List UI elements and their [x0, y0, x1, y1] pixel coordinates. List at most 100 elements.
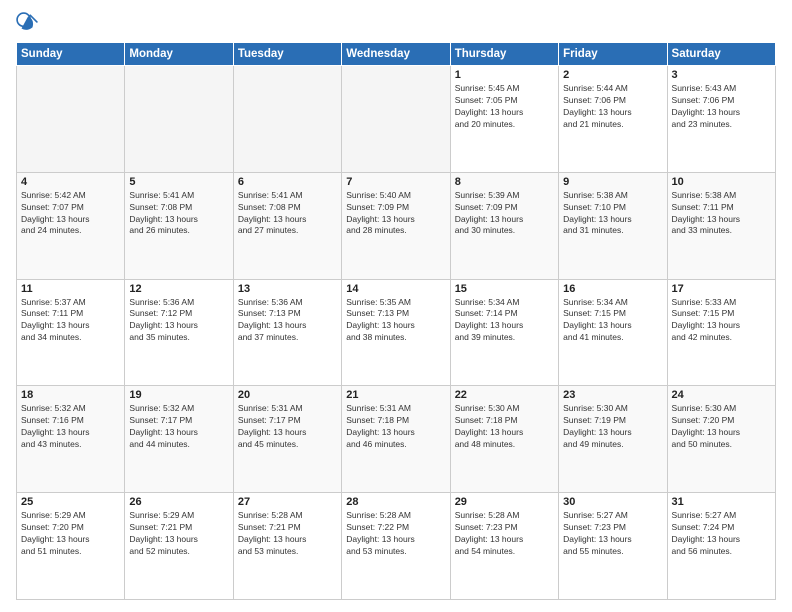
week-row-2: 11 Sunrise: 5:37 AM Sunset: 7:11 PM Dayli… [17, 279, 776, 386]
week-row-3: 18Sunrise: 5:32 AM Sunset: 7:16 PM Dayli… [17, 386, 776, 493]
day-info: Sunrise: 5:45 AM Sunset: 7:05 PM Dayligh… [455, 83, 554, 131]
calendar-cell: 16 Sunrise: 5:34 AM Sunset: 7:15 PM Dayli… [559, 279, 667, 386]
day-number: 21 [346, 389, 445, 401]
calendar-cell: 8 Sunrise: 5:39 AM Sunset: 7:09 PM Daylig… [450, 172, 558, 279]
day-info: Sunrise: 5:36 AM Sunset: 7:13 PM Dayligh… [238, 297, 337, 345]
day-number: 2 [563, 69, 662, 81]
calendar-cell: 11 Sunrise: 5:37 AM Sunset: 7:11 PM Dayli… [17, 279, 125, 386]
logo [16, 12, 42, 34]
day-info: Sunrise: 5:30 AM Sunset: 7:18 PM Dayligh… [455, 403, 554, 451]
calendar-cell: 21Sunrise: 5:31 AM Sunset: 7:18 PM Dayli… [342, 386, 450, 493]
day-number: 27 [238, 496, 337, 508]
calendar-cell: 18Sunrise: 5:32 AM Sunset: 7:16 PM Dayli… [17, 386, 125, 493]
day-info: Sunrise: 5:43 AM Sunset: 7:06 PM Dayligh… [672, 83, 771, 131]
day-number: 24 [672, 389, 771, 401]
calendar-cell: 2 Sunrise: 5:44 AM Sunset: 7:06 PM Daylig… [559, 66, 667, 173]
day-number: 25 [21, 496, 120, 508]
calendar-cell: 26 Sunrise: 5:29 AM Sunset: 7:21 PM Dayli… [125, 493, 233, 600]
day-info: Sunrise: 5:38 AM Sunset: 7:11 PM Dayligh… [672, 190, 771, 238]
day-header-wednesday: Wednesday [342, 43, 450, 66]
day-info: Sunrise: 5:37 AM Sunset: 7:11 PM Dayligh… [21, 297, 120, 345]
day-number: 11 [21, 283, 120, 295]
day-info: Sunrise: 5:35 AM Sunset: 7:13 PM Dayligh… [346, 297, 445, 345]
calendar-cell: 27 Sunrise: 5:28 AM Sunset: 7:21 PM Dayli… [233, 493, 341, 600]
calendar-cell: 30 Sunrise: 5:27 AM Sunset: 7:23 PM Dayli… [559, 493, 667, 600]
day-info: Sunrise: 5:31 AM Sunset: 7:17 PM Dayligh… [238, 403, 337, 451]
week-row-4: 25Sunrise: 5:29 AM Sunset: 7:20 PM Dayli… [17, 493, 776, 600]
calendar-cell: 24 Sunrise: 5:30 AM Sunset: 7:20 PM Dayli… [667, 386, 775, 493]
day-info: Sunrise: 5:39 AM Sunset: 7:09 PM Dayligh… [455, 190, 554, 238]
day-number: 6 [238, 176, 337, 188]
day-number: 9 [563, 176, 662, 188]
calendar: SundayMondayTuesdayWednesdayThursdayFrid… [16, 42, 776, 600]
day-number: 5 [129, 176, 228, 188]
calendar-cell: 9 Sunrise: 5:38 AM Sunset: 7:10 PM Daylig… [559, 172, 667, 279]
calendar-cell: 14 Sunrise: 5:35 AM Sunset: 7:13 PM Dayli… [342, 279, 450, 386]
day-number: 14 [346, 283, 445, 295]
day-number: 7 [346, 176, 445, 188]
day-info: Sunrise: 5:40 AM Sunset: 7:09 PM Dayligh… [346, 190, 445, 238]
day-info: Sunrise: 5:30 AM Sunset: 7:20 PM Dayligh… [672, 403, 771, 451]
page: SundayMondayTuesdayWednesdayThursdayFrid… [0, 0, 792, 612]
calendar-cell: 17 Sunrise: 5:33 AM Sunset: 7:15 PM Dayli… [667, 279, 775, 386]
day-number: 23 [563, 389, 662, 401]
calendar-cell: 20 Sunrise: 5:31 AM Sunset: 7:17 PM Dayli… [233, 386, 341, 493]
day-info: Sunrise: 5:34 AM Sunset: 7:15 PM Dayligh… [563, 297, 662, 345]
calendar-cell: 29 Sunrise: 5:28 AM Sunset: 7:23 PM Dayli… [450, 493, 558, 600]
day-number: 12 [129, 283, 228, 295]
day-number: 30 [563, 496, 662, 508]
day-info: Sunrise: 5:34 AM Sunset: 7:14 PM Dayligh… [455, 297, 554, 345]
calendar-cell: 12 Sunrise: 5:36 AM Sunset: 7:12 PM Dayli… [125, 279, 233, 386]
day-number: 4 [21, 176, 120, 188]
calendar-cell [125, 66, 233, 173]
day-info: Sunrise: 5:30 AM Sunset: 7:19 PM Dayligh… [563, 403, 662, 451]
day-info: Sunrise: 5:28 AM Sunset: 7:21 PM Dayligh… [238, 510, 337, 558]
day-number: 20 [238, 389, 337, 401]
day-info: Sunrise: 5:33 AM Sunset: 7:15 PM Dayligh… [672, 297, 771, 345]
calendar-header-row: SundayMondayTuesdayWednesdayThursdayFrid… [17, 43, 776, 66]
calendar-cell: 13 Sunrise: 5:36 AM Sunset: 7:13 PM Dayli… [233, 279, 341, 386]
calendar-cell: 19 Sunrise: 5:32 AM Sunset: 7:17 PM Dayli… [125, 386, 233, 493]
calendar-cell: 1 Sunrise: 5:45 AM Sunset: 7:05 PM Daylig… [450, 66, 558, 173]
day-number: 26 [129, 496, 228, 508]
day-info: Sunrise: 5:27 AM Sunset: 7:23 PM Dayligh… [563, 510, 662, 558]
day-info: Sunrise: 5:28 AM Sunset: 7:22 PM Dayligh… [346, 510, 445, 558]
calendar-cell: 6Sunrise: 5:41 AM Sunset: 7:08 PM Daylig… [233, 172, 341, 279]
day-header-thursday: Thursday [450, 43, 558, 66]
day-info: Sunrise: 5:32 AM Sunset: 7:16 PM Dayligh… [21, 403, 120, 451]
calendar-cell: 7 Sunrise: 5:40 AM Sunset: 7:09 PM Daylig… [342, 172, 450, 279]
day-number: 28 [346, 496, 445, 508]
day-info: Sunrise: 5:27 AM Sunset: 7:24 PM Dayligh… [672, 510, 771, 558]
day-number: 16 [563, 283, 662, 295]
day-header-saturday: Saturday [667, 43, 775, 66]
calendar-cell: 3 Sunrise: 5:43 AM Sunset: 7:06 PM Daylig… [667, 66, 775, 173]
calendar-cell: 10Sunrise: 5:38 AM Sunset: 7:11 PM Dayli… [667, 172, 775, 279]
day-number: 3 [672, 69, 771, 81]
header [16, 12, 776, 34]
day-number: 17 [672, 283, 771, 295]
day-number: 31 [672, 496, 771, 508]
day-info: Sunrise: 5:28 AM Sunset: 7:23 PM Dayligh… [455, 510, 554, 558]
calendar-cell: 25Sunrise: 5:29 AM Sunset: 7:20 PM Dayli… [17, 493, 125, 600]
day-header-sunday: Sunday [17, 43, 125, 66]
day-number: 13 [238, 283, 337, 295]
day-info: Sunrise: 5:44 AM Sunset: 7:06 PM Dayligh… [563, 83, 662, 131]
logo-icon [16, 12, 38, 34]
day-number: 19 [129, 389, 228, 401]
calendar-cell: 15Sunrise: 5:34 AM Sunset: 7:14 PM Dayli… [450, 279, 558, 386]
day-info: Sunrise: 5:29 AM Sunset: 7:21 PM Dayligh… [129, 510, 228, 558]
day-info: Sunrise: 5:36 AM Sunset: 7:12 PM Dayligh… [129, 297, 228, 345]
day-header-monday: Monday [125, 43, 233, 66]
week-row-1: 4 Sunrise: 5:42 AM Sunset: 7:07 PM Daylig… [17, 172, 776, 279]
calendar-cell: 22Sunrise: 5:30 AM Sunset: 7:18 PM Dayli… [450, 386, 558, 493]
day-info: Sunrise: 5:32 AM Sunset: 7:17 PM Dayligh… [129, 403, 228, 451]
day-number: 8 [455, 176, 554, 188]
calendar-cell: 28 Sunrise: 5:28 AM Sunset: 7:22 PM Dayli… [342, 493, 450, 600]
calendar-cell: 5Sunrise: 5:41 AM Sunset: 7:08 PM Daylig… [125, 172, 233, 279]
calendar-cell: 4 Sunrise: 5:42 AM Sunset: 7:07 PM Daylig… [17, 172, 125, 279]
day-number: 29 [455, 496, 554, 508]
day-info: Sunrise: 5:38 AM Sunset: 7:10 PM Dayligh… [563, 190, 662, 238]
calendar-cell [233, 66, 341, 173]
day-number: 1 [455, 69, 554, 81]
day-info: Sunrise: 5:42 AM Sunset: 7:07 PM Dayligh… [21, 190, 120, 238]
